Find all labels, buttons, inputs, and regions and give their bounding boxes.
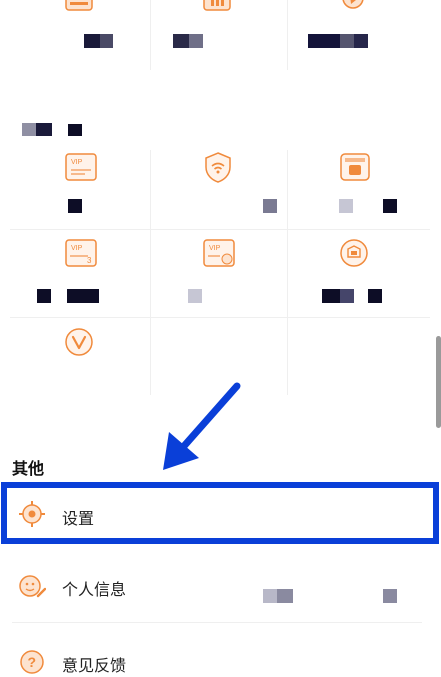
redacted-label [383,199,397,213]
redacted-label [67,289,99,303]
svg-text:VIP: VIP [71,159,83,166]
redacted-label [100,34,113,48]
menu-divider [12,622,422,623]
redacted-label [340,289,354,303]
sports-icon[interactable] [338,0,368,14]
grid-divider [10,317,430,318]
redacted-label [188,289,202,303]
badge-icon[interactable] [338,237,370,271]
gift-box-icon[interactable] [339,152,371,182]
bar-chart-icon[interactable] [202,0,232,14]
highlight-frame [1,482,439,544]
redacted-label [322,289,340,303]
svg-text:VIP: VIP [209,245,221,252]
redacted-section-title [22,123,36,136]
section-title-other: 其他 [12,459,45,478]
personal-info-label: 个人信息 [62,580,127,599]
redacted-value [263,589,277,603]
app-page: VIP VIP 3 VIP 其他 设置 个人信息 ? 意见反馈 [0,0,441,677]
redacted-label [84,34,100,48]
grid-divider [150,150,151,395]
user-edit-icon [18,572,47,600]
question-icon: ? [18,648,46,676]
redacted-label [340,34,354,48]
redacted-label [368,289,382,303]
scrollbar[interactable] [436,336,441,428]
annotation-arrow [163,382,241,470]
menu-item-feedback[interactable]: ? 意见反馈 [0,634,441,677]
redacted-section-title [68,124,82,136]
feedback-label: 意见反馈 [62,656,127,675]
redacted-value [383,589,397,603]
vip-card-3-icon[interactable]: VIP 3 [65,239,99,269]
redacted-label [339,199,353,213]
vip-card-month-icon[interactable]: VIP [203,239,237,269]
menu-item-personal-info[interactable]: 个人信息 [0,560,441,612]
redacted-label [189,34,203,48]
grid-divider [287,150,288,395]
redacted-label [37,289,51,303]
wifi-shield-icon[interactable] [203,151,233,183]
svg-text:3: 3 [87,256,92,265]
svg-text:?: ? [28,654,37,670]
redacted-label [354,34,368,48]
redacted-label [173,34,189,48]
grid-divider [10,229,430,230]
grid-divider [150,0,151,70]
redacted-label [308,34,340,48]
v-circle-icon[interactable] [64,327,94,357]
svg-text:VIP: VIP [71,245,83,252]
redacted-section-title [36,123,52,136]
card-icon[interactable] [64,0,94,14]
grid-divider [287,0,288,70]
redacted-label [263,199,277,213]
redacted-value [277,589,293,603]
vip-card-icon[interactable]: VIP [65,153,97,181]
redacted-label [68,199,82,213]
